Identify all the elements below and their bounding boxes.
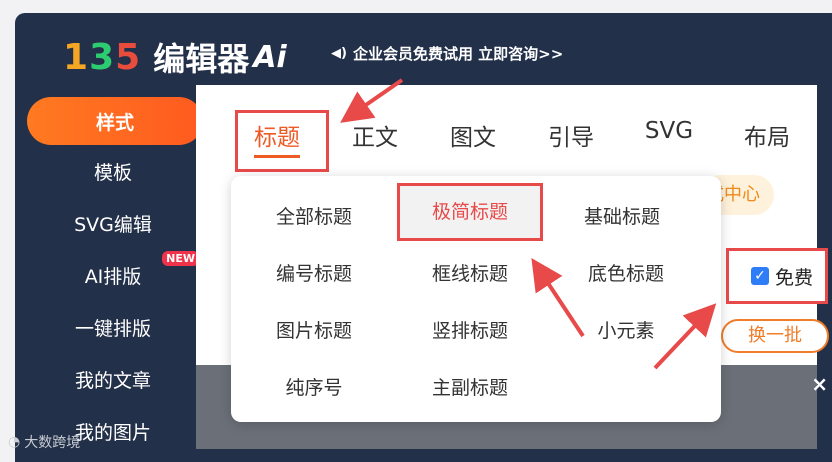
tab-layout[interactable]: 布局 bbox=[718, 112, 816, 158]
tab-label: SVG bbox=[644, 118, 694, 144]
dropdown-item-image-titles[interactable]: 图片标题 bbox=[239, 316, 389, 343]
tab-svg[interactable]: SVG bbox=[620, 112, 718, 158]
member-trial-notice[interactable]: ◀) 企业会员免费试用 立即咨询>> bbox=[331, 43, 563, 64]
sidebar-item-svg-edit[interactable]: SVG编辑 bbox=[15, 197, 211, 249]
sidebar-item-label: 模板 bbox=[93, 161, 132, 184]
logo-digit-1: 1 bbox=[63, 36, 90, 78]
tab-body-text[interactable]: 正文 bbox=[326, 112, 424, 158]
sidebar-item-my-articles[interactable]: 我的文章 bbox=[15, 353, 211, 405]
checkbox-checked-icon[interactable]: ✓ bbox=[751, 267, 769, 285]
dropdown-item-pure-numbers[interactable]: 纯序号 bbox=[239, 373, 389, 400]
tab-guide[interactable]: 引导 bbox=[522, 112, 620, 158]
logo-digit-3: 3 bbox=[89, 36, 116, 78]
dropdown-item-minimal-titles[interactable]: 极简标题 bbox=[400, 186, 540, 238]
logo[interactable]: 135 编辑器 Ai bbox=[63, 37, 287, 79]
dropdown-item-background-titles[interactable]: 底色标题 bbox=[551, 259, 701, 286]
sidebar-item-label: 我的图片 bbox=[74, 421, 151, 444]
sidebar-item-label: 一键排版 bbox=[74, 317, 151, 340]
tab-image-text[interactable]: 图文 bbox=[424, 112, 522, 158]
sidebar-item-styles[interactable]: 样式 bbox=[27, 97, 203, 145]
logo-digits: 135 bbox=[63, 37, 141, 78]
logo-ai: Ai bbox=[253, 39, 287, 75]
swap-batch-button[interactable]: 换一批 bbox=[721, 319, 829, 353]
logo-digit-5: 5 bbox=[115, 36, 142, 78]
dropdown-item-all-titles[interactable]: 全部标题 bbox=[239, 202, 389, 229]
logo-text: 编辑器 bbox=[153, 40, 250, 78]
sidebar-item-ai-layout[interactable]: AI排版 NEW bbox=[15, 249, 211, 301]
sidebar-item-templates[interactable]: 模板 bbox=[15, 145, 211, 197]
sidebar-item-label: AI排版 bbox=[84, 265, 142, 288]
sidebar-item-label: 我的文章 bbox=[74, 369, 151, 392]
dropdown-item-basic-titles[interactable]: 基础标题 bbox=[547, 202, 697, 229]
notice-text: 企业会员免费试用 立即咨询>> bbox=[352, 45, 564, 63]
sidebar: 样式 模板 SVG编辑 AI排版 NEW 一键排版 我的文章 我的图片 bbox=[15, 93, 211, 457]
dropdown-item-numbered-titles[interactable]: 编号标题 bbox=[239, 259, 389, 286]
tab-label: 布局 bbox=[744, 125, 790, 151]
sidebar-item-one-click-layout[interactable]: 一键排版 bbox=[15, 301, 211, 353]
sidebar-item-label: 样式 bbox=[95, 111, 134, 134]
new-badge: NEW bbox=[162, 251, 199, 266]
dropdown-item-vertical-titles[interactable]: 竖排标题 bbox=[395, 316, 545, 343]
free-filter-label: 免费 bbox=[775, 266, 814, 289]
watermark-logo-icon: ◔ bbox=[8, 434, 21, 450]
speaker-icon: ◀) bbox=[331, 46, 347, 61]
free-filter[interactable]: ✓ 免费 bbox=[726, 248, 828, 304]
tab-label: 图文 bbox=[450, 125, 496, 151]
dropdown-item-frame-titles[interactable]: 框线标题 bbox=[395, 259, 545, 286]
close-icon[interactable]: × bbox=[811, 372, 828, 396]
tab-label: 引导 bbox=[548, 125, 594, 151]
annotation-box-title-tab bbox=[235, 110, 329, 172]
tab-label: 正文 bbox=[352, 125, 398, 151]
watermark: ◔ 大数跨境 bbox=[8, 432, 80, 452]
annotation-box-minimal-titles: 极简标题 bbox=[397, 183, 543, 241]
sidebar-item-label: SVG编辑 bbox=[74, 213, 152, 236]
watermark-text: 大数跨境 bbox=[24, 435, 81, 451]
dropdown-item-small-elements[interactable]: 小元素 bbox=[551, 316, 701, 343]
dropdown-item-main-sub-titles[interactable]: 主副标题 bbox=[395, 373, 545, 400]
